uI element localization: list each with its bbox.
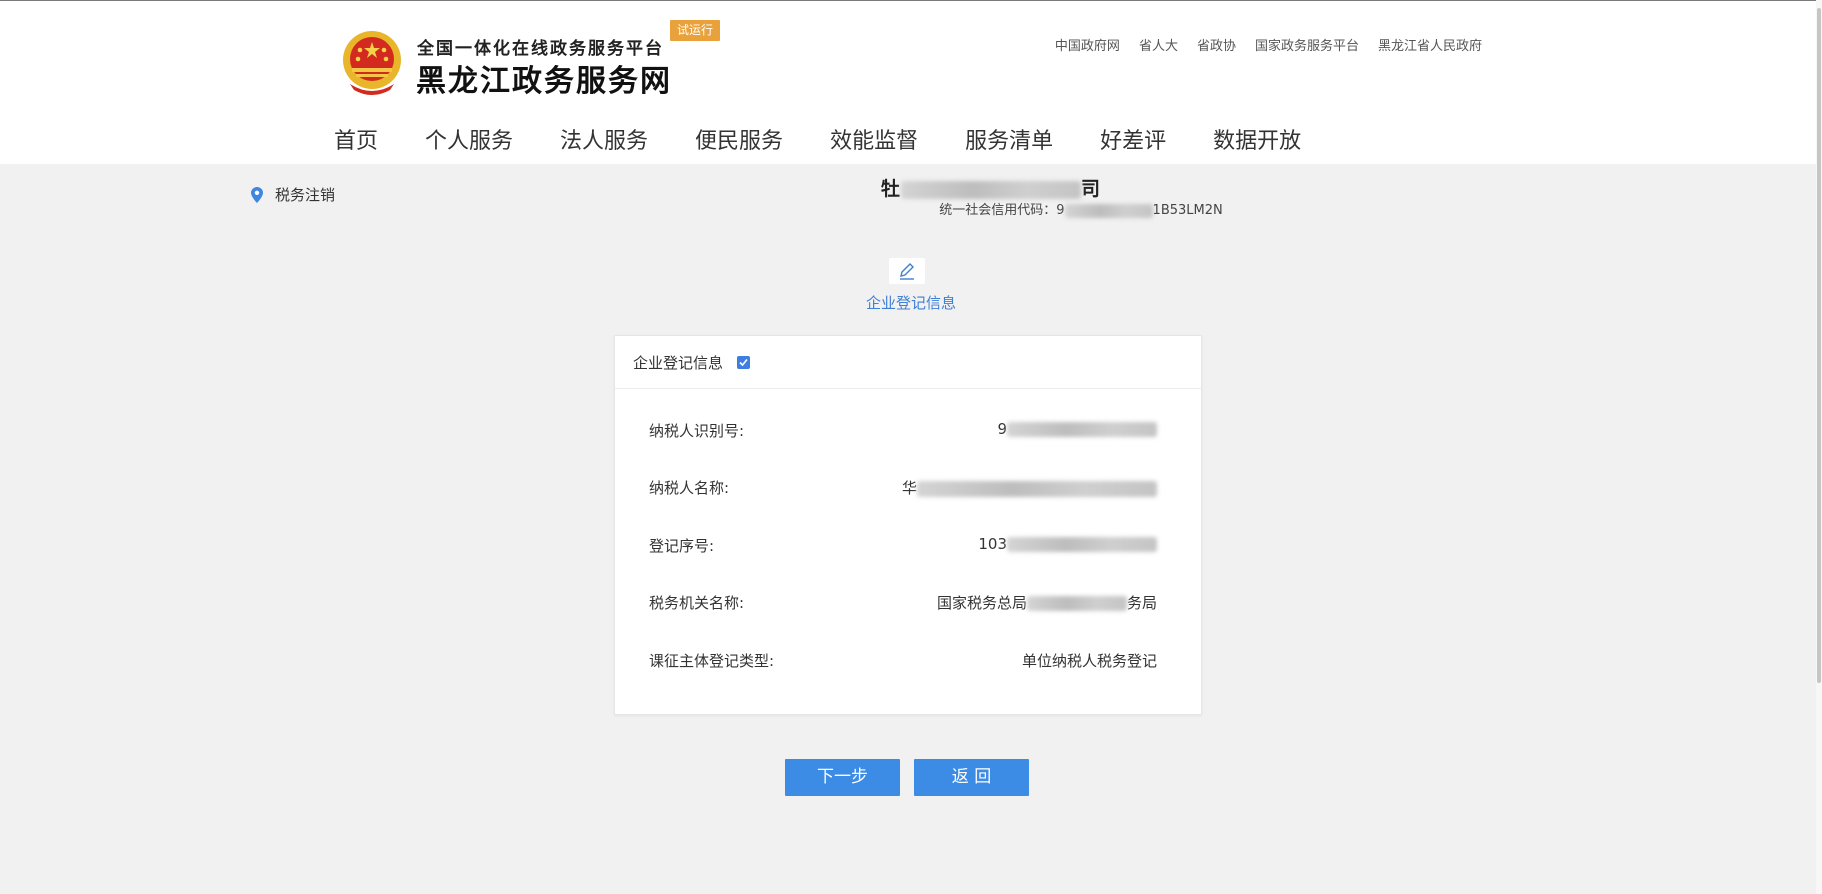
row-label: 纳税人识别号: <box>649 422 745 440</box>
row-taxpayer-id: 纳税人识别号: 9 <box>649 420 1157 441</box>
row-tax-authority: 税务机关名称: 国家税务总局 务局 <box>649 592 1157 613</box>
row-registration-type: 课征主体登记类型: 单位纳税人税务登记 <box>649 650 1157 671</box>
trial-badge: 试运行 <box>670 20 720 41</box>
row-value: 103 <box>978 535 1157 556</box>
registration-info-card: 企业登记信息 纳税人识别号: 9 纳税人名称: 华 登记序号: 103 税务机关… <box>614 335 1202 715</box>
next-step-button[interactable]: 下一步 <box>785 759 900 796</box>
top-link-national-platform[interactable]: 国家政务服务平台 <box>1255 35 1359 54</box>
company-name: 牡司 <box>880 178 1102 200</box>
credit-code: 统一社会信用代码：9 1B53LM2N <box>939 203 1223 218</box>
row-value: 单位纳税人税务登记 <box>1021 652 1157 670</box>
site-header: 全国一体化在线政务服务平台 试运行 黑龙江政务服务网 中国政府网 省人大 省政协… <box>0 1 1822 164</box>
top-link-provincial-gov[interactable]: 黑龙江省人民政府 <box>1378 35 1482 54</box>
nav-efficiency-supervision[interactable]: 效能监督 <box>830 123 918 155</box>
row-taxpayer-name: 纳税人名称: 华 <box>649 477 1157 498</box>
national-emblem-logo <box>338 28 406 98</box>
row-registration-number: 登记序号: 103 <box>649 535 1157 556</box>
back-button[interactable]: 返 回 <box>914 759 1029 796</box>
card-header: 企业登记信息 <box>615 336 1201 389</box>
nav-personal-services[interactable]: 个人服务 <box>425 123 513 155</box>
top-link-gov[interactable]: 中国政府网 <box>1055 35 1120 54</box>
row-label: 登记序号: <box>649 537 715 555</box>
card-title: 企业登记信息 <box>633 353 724 372</box>
site-name: 黑龙江政务服务网 <box>416 64 672 99</box>
nav-convenience-services[interactable]: 便民服务 <box>695 123 783 155</box>
top-links: 中国政府网 省人大 省政协 国家政务服务平台 黑龙江省人民政府 <box>1055 35 1482 54</box>
step-label: 企业登记信息 <box>865 294 956 312</box>
row-label: 税务机关名称: <box>649 594 745 612</box>
check-icon <box>739 358 748 366</box>
company-heading: 牡司 <box>0 174 1822 201</box>
page-scrollbar[interactable] <box>1816 0 1822 894</box>
row-label: 纳税人名称: <box>649 479 730 497</box>
row-value: 9 <box>997 420 1157 441</box>
row-label: 课征主体登记类型: <box>649 652 775 670</box>
edit-pen-icon <box>889 258 925 284</box>
confirm-checkbox[interactable] <box>737 355 751 369</box>
main-nav: 首页 个人服务 法人服务 便民服务 效能监督 服务清单 好差评 数据开放 <box>334 123 1348 155</box>
row-value: 华 <box>902 477 1157 498</box>
nav-legal-entity-services[interactable]: 法人服务 <box>560 123 648 155</box>
nav-rating[interactable]: 好差评 <box>1100 123 1166 155</box>
top-link-npc[interactable]: 省人大 <box>1139 35 1178 54</box>
nav-home[interactable]: 首页 <box>334 123 378 155</box>
nav-open-data[interactable]: 数据开放 <box>1213 123 1301 155</box>
top-link-cppcc[interactable]: 省政协 <box>1197 35 1236 54</box>
row-value: 国家税务总局 务局 <box>936 594 1157 612</box>
nav-service-list[interactable]: 服务清单 <box>965 123 1053 155</box>
scrollbar-thumb[interactable] <box>1817 8 1821 683</box>
